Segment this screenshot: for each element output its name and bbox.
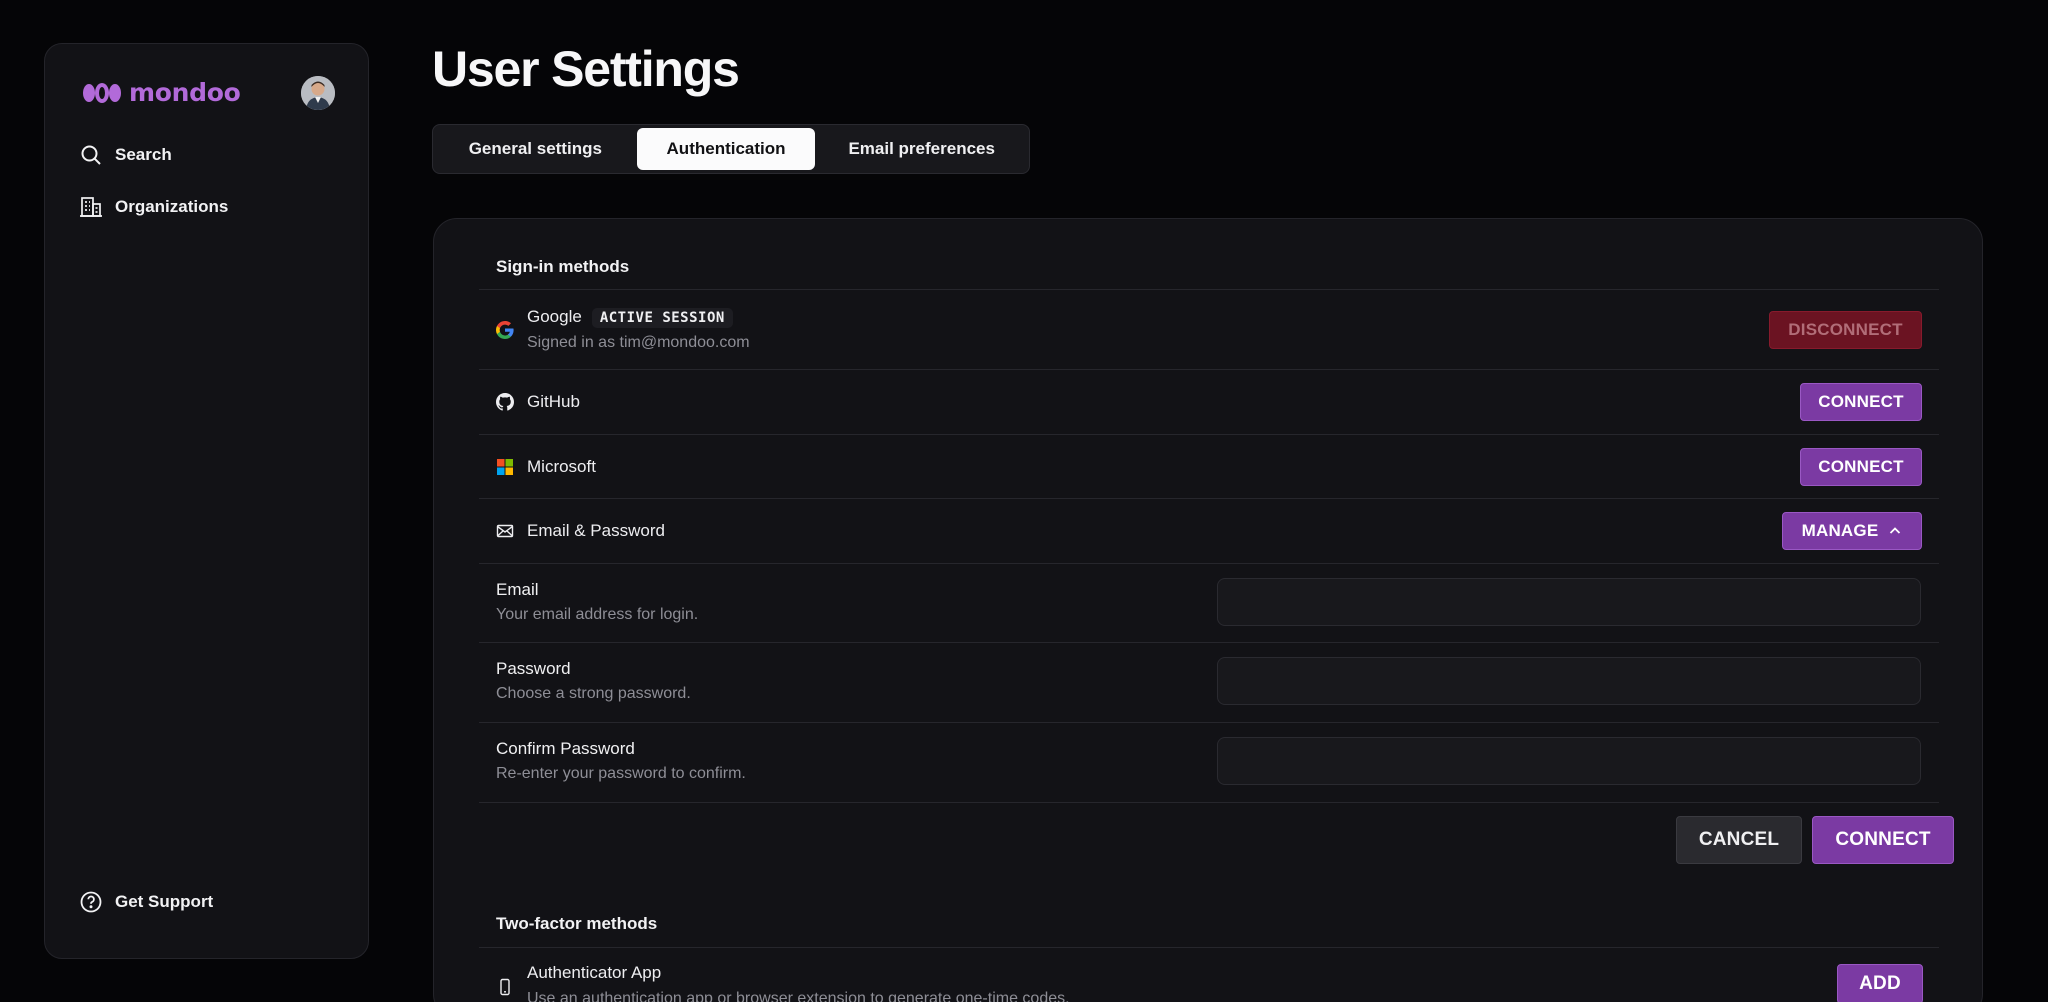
- sidebar-item-label: Search: [115, 145, 172, 164]
- signin-row-google: Google ACTIVE SESSION Signed in as tim@mo…: [479, 289, 1939, 369]
- mondoo-logo[interactable]: mondoo: [81, 78, 241, 107]
- tab-general-settings[interactable]: General settings: [436, 128, 635, 170]
- manage-button-label: MANAGE: [1801, 521, 1879, 540]
- email-field-row: Email Your email address for login.: [479, 563, 1939, 642]
- twofactor-row-authenticator: Authenticator App Use an authentication …: [479, 947, 1939, 1002]
- get-support-link[interactable]: Get Support: [79, 890, 213, 914]
- connect-button[interactable]: CONNECT: [1812, 816, 1954, 864]
- password-input[interactable]: [1217, 657, 1921, 705]
- tab-authentication[interactable]: Authentication: [636, 128, 816, 170]
- google-icon: [496, 321, 514, 339]
- help-circle-icon: [80, 891, 102, 913]
- cancel-button[interactable]: CANCEL: [1676, 816, 1802, 864]
- active-session-badge: ACTIVE SESSION: [591, 308, 733, 328]
- microsoft-label: Microsoft: [527, 457, 596, 476]
- password-field-row: Password Choose a strong password.: [479, 642, 1939, 722]
- mondoo-logo-icon: [83, 82, 121, 103]
- sidebar: mondoo Search Organizations Get Support: [44, 43, 369, 959]
- email-input[interactable]: [1217, 578, 1921, 626]
- add-authenticator-button[interactable]: ADD: [1837, 964, 1923, 1002]
- two-factor-methods-title: Two-factor methods: [496, 914, 658, 933]
- tab-email-preferences[interactable]: Email preferences: [817, 128, 1026, 170]
- google-disconnect-button[interactable]: DISCONNECT: [1769, 311, 1922, 349]
- email-field-description: Your email address for login.: [496, 606, 699, 623]
- mail-icon: [496, 524, 514, 538]
- email-password-label: Email & Password: [527, 521, 665, 540]
- form-actions-row: CANCEL CONNECT: [479, 802, 1954, 902]
- google-signed-in-text: Signed in as tim@mondoo.com: [527, 334, 750, 351]
- github-connect-button[interactable]: CONNECT: [1800, 383, 1922, 421]
- page-title: User Settings: [432, 41, 740, 97]
- confirm-password-field-row: Confirm Password Re-enter your password …: [479, 722, 1939, 802]
- github-label: GitHub: [527, 392, 580, 411]
- email-field-label: Email: [496, 580, 539, 599]
- confirm-password-field-description: Re-enter your password to confirm.: [496, 765, 746, 782]
- github-icon: [496, 393, 514, 411]
- authenticator-app-label: Authenticator App: [527, 963, 662, 982]
- search-icon: [81, 145, 101, 165]
- signin-row-email-password: Email & Password MANAGE: [479, 498, 1939, 563]
- avatar[interactable]: [301, 76, 335, 110]
- logo-text: mondoo: [129, 78, 241, 107]
- settings-tabs: General settings Authentication Email pr…: [432, 124, 1030, 174]
- chevron-up-icon: [1890, 527, 1901, 534]
- authenticator-app-description: Use an authentication app or browser ext…: [527, 990, 1070, 1002]
- signin-row-github: GitHub CONNECT: [479, 369, 1939, 434]
- confirm-password-field-label: Confirm Password: [496, 739, 635, 758]
- microsoft-icon: [497, 459, 513, 475]
- sidebar-item-organizations[interactable]: Organizations: [79, 195, 228, 219]
- microsoft-connect-button[interactable]: CONNECT: [1800, 448, 1922, 486]
- smartphone-icon: [500, 978, 510, 996]
- building-icon: [80, 197, 102, 217]
- manage-button[interactable]: MANAGE: [1782, 512, 1922, 550]
- get-support-label: Get Support: [115, 892, 214, 911]
- google-label: Google ACTIVE SESSION: [527, 307, 733, 328]
- password-field-label: Password: [496, 659, 571, 678]
- sidebar-item-label: Organizations: [115, 197, 229, 216]
- authentication-card: Sign-in methods Google ACTIVE SESSION Sig…: [433, 218, 1983, 1002]
- confirm-password-input[interactable]: [1217, 737, 1921, 785]
- signin-row-microsoft: Microsoft CONNECT: [479, 434, 1939, 498]
- password-field-description: Choose a strong password.: [496, 685, 691, 702]
- sidebar-item-search[interactable]: Search: [79, 143, 172, 167]
- signin-methods-title: Sign-in methods: [496, 257, 630, 276]
